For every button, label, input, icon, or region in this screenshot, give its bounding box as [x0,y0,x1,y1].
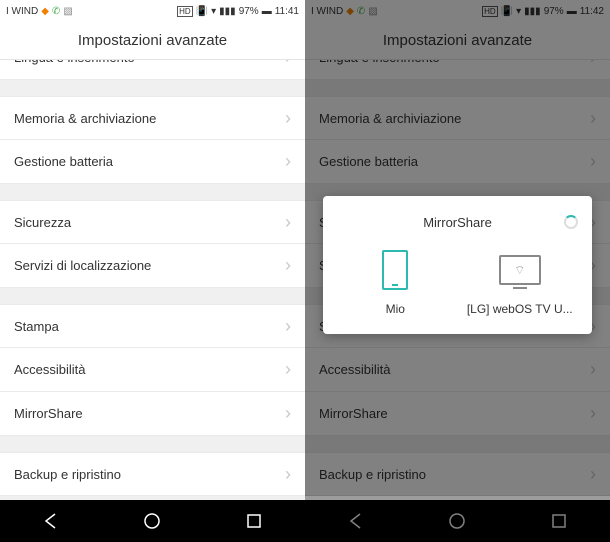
row-battery[interactable]: Gestione batteria› [0,140,305,184]
clock: 11:41 [275,6,299,17]
page-title: Impostazioni avanzate [0,22,305,60]
mirrorshare-dialog: MirrorShare Mio ⌔ [LG] webOS TV U... [323,196,592,334]
phone-icon [382,250,408,290]
screen-right: I WIND ◆ ✆ ▧ HD 📳 ▾ ▮▮▮ 97% ▬ 11:42 Impo… [305,0,610,542]
chevron-right-icon: › [285,359,291,380]
row-mirrorshare[interactable]: MirrorShare› [0,392,305,436]
row-storage[interactable]: Memoria & archiviazione› [0,96,305,140]
row-location[interactable]: Servizi di localizzazione› [0,244,305,288]
status-bar: I WIND ◆ ✆ ▧ HD 📳 ▾ ▮▮▮ 97% ▬ 11:41 [0,0,305,22]
chevron-right-icon: › [285,60,291,68]
chevron-right-icon: › [285,151,291,172]
dialog-title: MirrorShare [423,215,492,230]
screen-left: I WIND ◆ ✆ ▧ HD 📳 ▾ ▮▮▮ 97% ▬ 11:41 Impo… [0,0,305,542]
volte-icon: HD [177,6,193,17]
chevron-right-icon: › [285,464,291,485]
wifi-icon: ⌔ [514,263,525,278]
signal-icon: ▮▮▮ [219,6,236,17]
row-language[interactable]: Lingua e inserimento› [0,60,305,80]
chevron-right-icon: › [285,212,291,233]
row-print[interactable]: Stampa› [0,304,305,348]
call-icon: ✆ [52,6,60,17]
chevron-right-icon: › [285,108,291,129]
tv-icon: ⌔ [499,255,541,285]
settings-list: Lingua e inserimento› Memoria & archivia… [0,60,305,500]
cloud-icon: ▧ [63,6,72,17]
device-lg-tv-label: [LG] webOS TV U... [465,302,575,316]
nav-bar [0,500,305,542]
device-lg-tv[interactable]: ⌔ [LG] webOS TV U... [465,248,575,316]
nav-home-button[interactable] [122,500,182,542]
chevron-right-icon: › [285,316,291,337]
device-own[interactable]: Mio [340,248,450,316]
row-accessibility[interactable]: Accessibilità› [0,348,305,392]
wifi-icon: ▾ [211,6,216,17]
row-backup[interactable]: Backup e ripristino› [0,452,305,496]
nav-recent-button[interactable] [224,500,284,542]
carrier-label: I WIND [6,6,38,17]
vibrate-icon: 📳 [196,6,208,17]
loading-spinner-icon [564,215,578,229]
nav-back-button[interactable] [21,500,81,542]
whatsapp-icon: ◆ [41,6,49,17]
chevron-right-icon: › [285,403,291,424]
chevron-right-icon: › [285,255,291,276]
battery-icon: ▬ [262,6,272,17]
battery-pct: 97% [239,6,259,17]
device-own-label: Mio [340,302,450,316]
row-security[interactable]: Sicurezza› [0,200,305,244]
